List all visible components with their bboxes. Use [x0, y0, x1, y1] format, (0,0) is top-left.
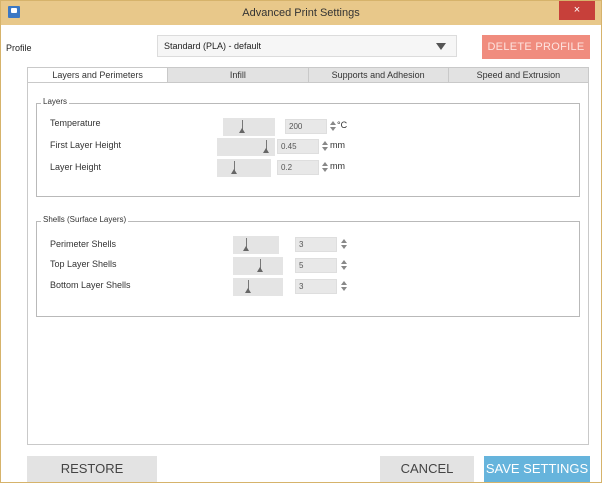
profile-selected-value: Standard (PLA) - default — [164, 41, 262, 51]
advanced-print-settings-window: Advanced Print Settings × Profile Standa… — [0, 0, 602, 483]
window-title: Advanced Print Settings — [242, 7, 360, 19]
bottom-layer-shells-spinner-icon[interactable] — [341, 281, 347, 292]
layer-height-input[interactable]: 0.2 — [277, 160, 319, 175]
slider-thumb[interactable] — [257, 267, 263, 272]
perimeter-shells-spinner-icon[interactable] — [341, 239, 347, 250]
bottom-layer-shells-slider[interactable] — [233, 278, 283, 296]
profile-label: Profile — [6, 43, 32, 53]
title-bar[interactable]: Advanced Print Settings × — [1, 1, 601, 25]
slider-thumb[interactable] — [263, 148, 269, 153]
profile-dropdown[interactable]: Standard (PLA) - default — [157, 35, 457, 57]
top-layer-shells-label: Top Layer Shells — [50, 259, 117, 269]
slider-thumb[interactable] — [239, 128, 245, 133]
tab-speed-and-extrusion[interactable]: Speed and Extrusion — [448, 68, 588, 82]
tab-infill[interactable]: Infill — [168, 68, 309, 82]
temperature-spinner-icon[interactable] — [330, 121, 336, 132]
layer-height-unit: mm — [330, 161, 345, 171]
first-layer-height-label: First Layer Height — [50, 140, 122, 150]
bottom-layer-shells-label: Bottom Layer Shells — [50, 280, 131, 290]
temperature-input[interactable]: 200 — [285, 119, 327, 134]
tab-content-panel: Layers Temperature 200 °C First Layer He… — [27, 83, 589, 445]
first-layer-height-spinner-icon[interactable] — [322, 141, 328, 152]
layer-height-slider[interactable] — [217, 159, 271, 177]
temperature-slider[interactable] — [223, 118, 275, 136]
slider-thumb[interactable] — [243, 246, 249, 251]
save-settings-button[interactable]: SAVE SETTINGS — [484, 456, 590, 482]
layers-group-title: Layers — [41, 97, 70, 106]
settings-tabs: Layers and Perimeters Infill Supports an… — [27, 67, 589, 83]
perimeter-shells-slider[interactable] — [233, 236, 279, 254]
bottom-layer-shells-input[interactable]: 3 — [295, 279, 337, 294]
top-layer-shells-input[interactable]: 5 — [295, 258, 337, 273]
top-layer-shells-slider[interactable] — [233, 257, 283, 275]
first-layer-height-slider[interactable] — [217, 138, 275, 156]
perimeter-shells-input[interactable]: 3 — [295, 237, 337, 252]
layer-height-spinner-icon[interactable] — [322, 162, 328, 173]
slider-thumb[interactable] — [231, 169, 237, 174]
layer-height-label: Layer Height — [50, 162, 102, 172]
first-layer-height-unit: mm — [330, 140, 345, 150]
first-layer-height-input[interactable]: 0.45 — [277, 139, 319, 154]
temperature-unit: °C — [337, 120, 348, 130]
temperature-label: Temperature — [50, 118, 101, 128]
restore-defaults-button[interactable]: RESTORE DEFAULTS — [27, 456, 157, 482]
shells-group-title: Shells (Surface Layers) — [41, 215, 129, 224]
slider-thumb[interactable] — [245, 288, 251, 293]
cancel-button[interactable]: CANCEL — [380, 456, 474, 482]
tab-supports-and-adhesion[interactable]: Supports and Adhesion — [308, 68, 449, 82]
chevron-down-icon[interactable] — [436, 43, 446, 50]
layers-group: Layers Temperature 200 °C First Layer He… — [36, 97, 580, 197]
top-layer-shells-spinner-icon[interactable] — [341, 260, 347, 271]
delete-profile-button[interactable]: DELETE PROFILE — [482, 35, 590, 59]
perimeter-shells-label: Perimeter Shells — [50, 239, 117, 249]
close-button[interactable]: × — [559, 1, 595, 20]
tab-layers-and-perimeters[interactable]: Layers and Perimeters — [28, 68, 169, 82]
shells-group: Shells (Surface Layers) Perimeter Shells… — [36, 215, 580, 317]
